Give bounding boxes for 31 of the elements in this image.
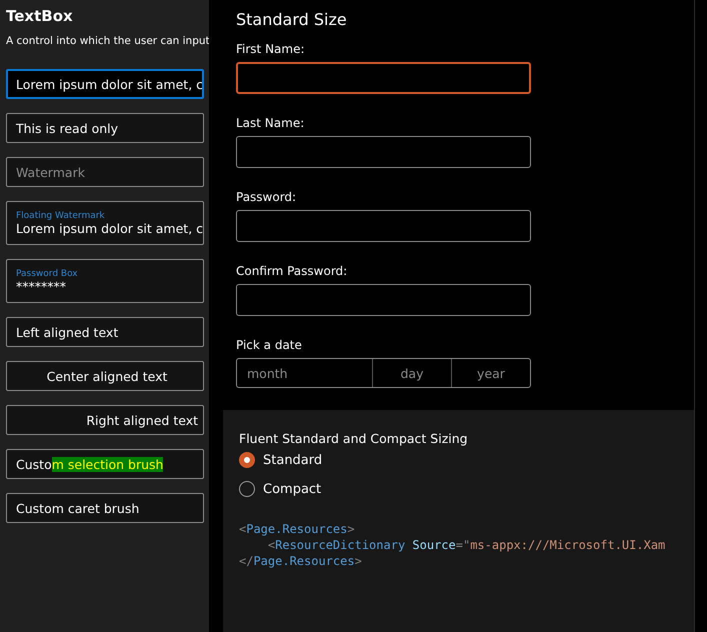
- page-title: TextBox: [6, 7, 73, 25]
- input-field[interactable]: [236, 136, 531, 168]
- radio-label[interactable]: Compact: [263, 482, 322, 496]
- text-box[interactable]: Lorem ipsum dolor sit amet, c: [6, 69, 204, 99]
- input-field[interactable]: [236, 210, 531, 242]
- radio-label[interactable]: Standard: [263, 452, 322, 468]
- field-label: Password:: [236, 190, 296, 204]
- radio-button[interactable]: [239, 481, 255, 497]
- input-field[interactable]: [236, 62, 531, 94]
- section-title: Standard Size: [236, 10, 347, 29]
- field-label: Pick a date: [236, 338, 302, 352]
- text-box[interactable]: Floating Watermark Lorem ipsum dolor sit amet, c: [6, 201, 204, 245]
- text-box[interactable]: Left aligned text: [6, 317, 204, 347]
- text-box[interactable]: Right aligned text: [6, 405, 204, 435]
- radio-button[interactable]: [239, 452, 255, 468]
- text-box[interactable]: Custom caret brush: [6, 493, 204, 523]
- code-line: </Page.Resources>: [239, 553, 363, 569]
- field-label: First Name:: [236, 42, 305, 56]
- field-label: Confirm Password:: [236, 264, 348, 278]
- text-box[interactable]: Password Box ********: [6, 259, 204, 303]
- field-label: Last Name:: [236, 116, 304, 130]
- date-picker[interactable]: month day year: [236, 358, 531, 388]
- code-line: <ResourceDictionary Source="ms-appx:///Microsoft.UI.Xam: [266, 537, 666, 553]
- text-box[interactable]: Custom selection brush: [6, 449, 204, 479]
- page-description: A control into which the user can input: [6, 35, 209, 47]
- text-box[interactable]: Center aligned text: [6, 361, 204, 391]
- input-field[interactable]: [236, 284, 531, 316]
- text-box[interactable]: Watermark: [6, 157, 204, 187]
- code-line: <Page.Resources>: [239, 521, 356, 537]
- text-box[interactable]: This is read only: [6, 113, 204, 143]
- group-title: Fluent Standard and Compact Sizing: [239, 431, 468, 446]
